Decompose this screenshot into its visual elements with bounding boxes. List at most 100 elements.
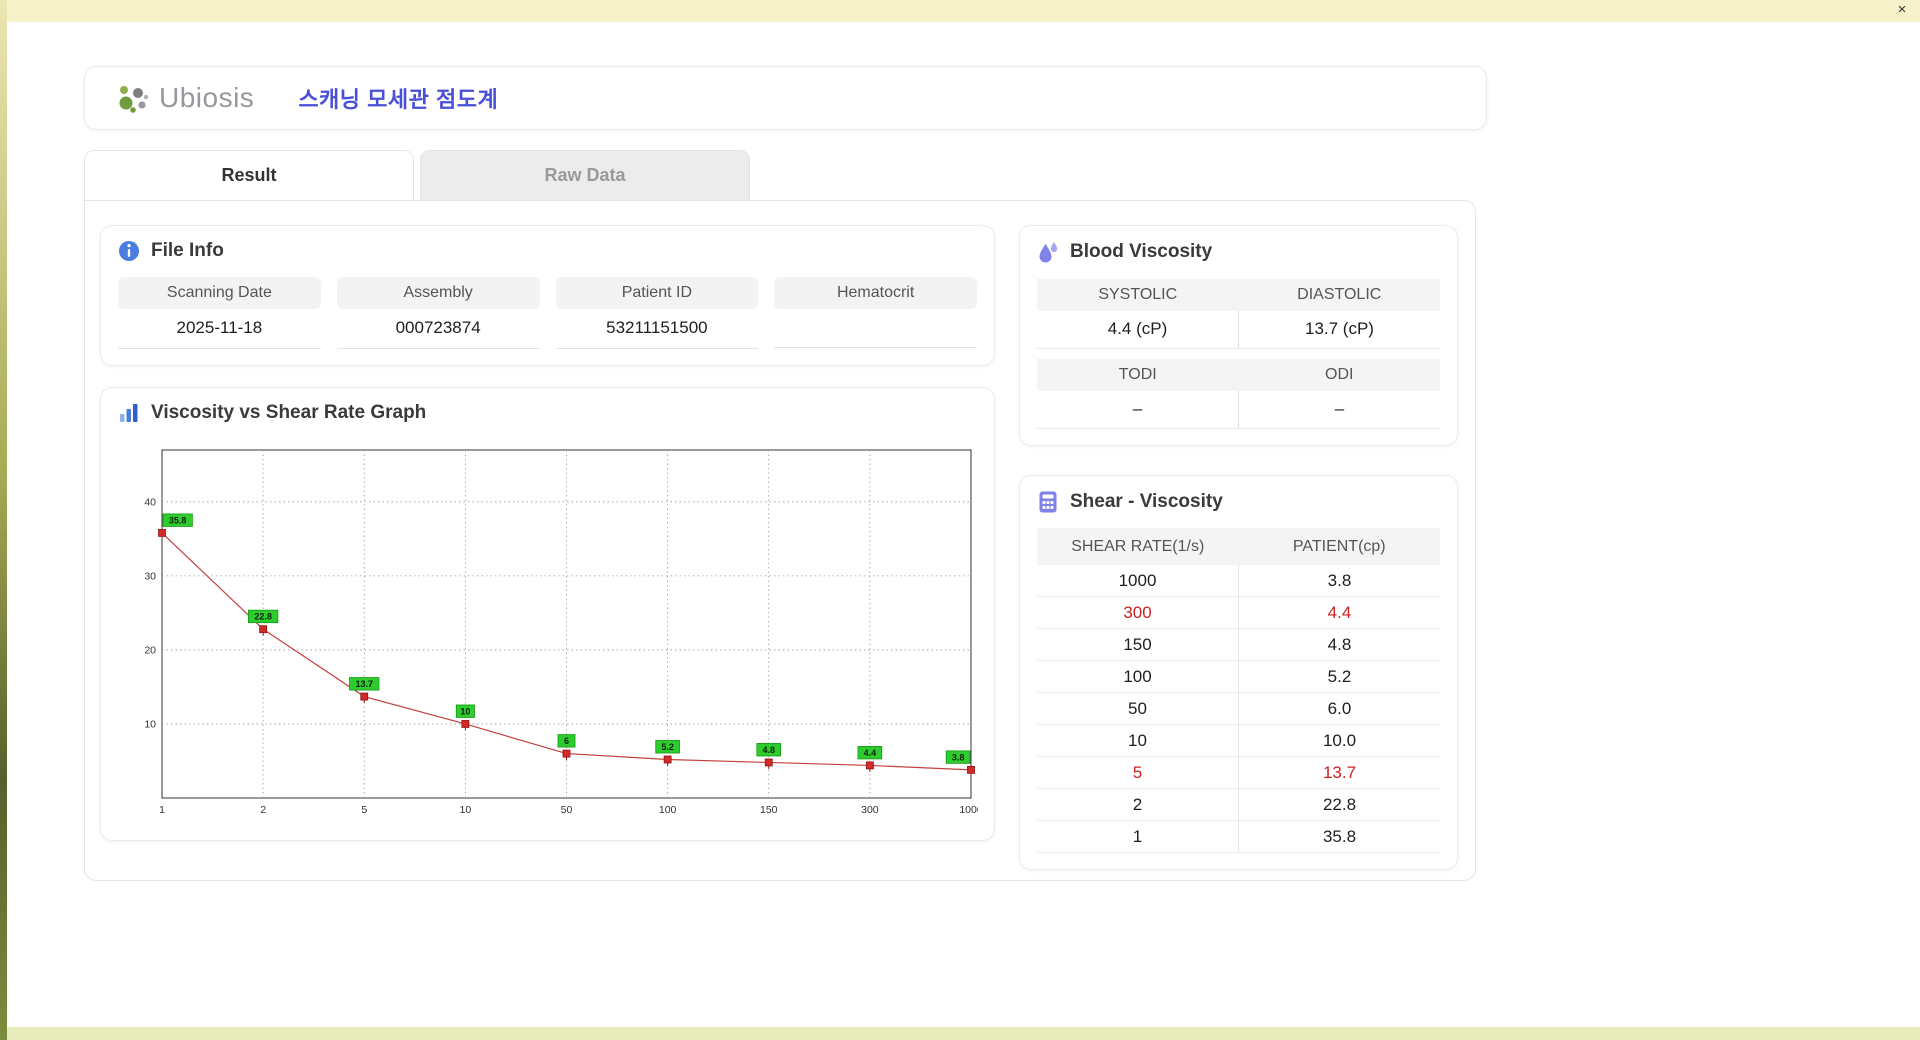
svg-text:100: 100	[659, 804, 677, 816]
patient-value: 3.8	[1238, 565, 1440, 596]
bv-value-odi: –	[1238, 391, 1440, 428]
bv-header-diastolic: DIASTOLIC	[1297, 286, 1382, 303]
shear-rate-value: 1000	[1118, 571, 1157, 590]
bar-chart-icon	[118, 402, 140, 424]
patient-value: 10.0	[1238, 725, 1440, 756]
shear-viscosity-table: SHEAR RATE(1/s) PATIENT(cp) 1000 3.8 300 4.…	[1037, 528, 1440, 853]
shear-viscosity-card: Shear - Viscosity SHEAR RATE(1/s) PATIEN…	[1019, 475, 1458, 870]
logo-dots-icon	[113, 80, 153, 116]
sv-header-row: SHEAR RATE(1/s) PATIENT(cp)	[1037, 528, 1440, 565]
file-info-value: 000723874	[336, 309, 540, 349]
svg-text:22.8: 22.8	[254, 612, 272, 622]
graph-card: Viscosity vs Shear Rate Graph 10 20 30 40 1 2…	[100, 387, 995, 841]
file-info-field: Hematocrit	[774, 277, 977, 349]
ubiosis-logo: Ubiosis	[113, 80, 254, 116]
svg-text:300: 300	[861, 804, 879, 816]
viscosity-shear-rate-chart: 10 20 30 40 1 2 5 10 50 100 150 300 1000 35.8 22.8 13.7…	[144, 449, 978, 816]
bv-header-odi: ODI	[1325, 366, 1354, 383]
sv-col-shear-rate: SHEAR RATE(1/s)	[1071, 538, 1205, 555]
window-titlebar: ×	[0, 0, 1920, 22]
desktop-edge	[0, 0, 7, 1040]
shear-rate-value: 50	[1128, 699, 1147, 718]
shear-viscosity-row: 5 13.7	[1037, 757, 1440, 789]
logo-text: Ubiosis	[159, 82, 255, 113]
shear-viscosity-row: 100 5.2	[1037, 661, 1440, 693]
svg-text:150: 150	[760, 804, 778, 816]
shear-rate-value: 150	[1123, 635, 1152, 654]
page-title: 스캐닝 모세관 점도계	[298, 87, 499, 112]
bv-header-row-2: TODI ODI	[1037, 359, 1440, 391]
patient-value: 35.8	[1238, 821, 1440, 852]
blood-viscosity-card-title: Blood Viscosity	[1037, 240, 1440, 264]
patient-value: 13.7	[1238, 757, 1440, 788]
patient-value: 6.0	[1238, 693, 1440, 724]
graph-card-title: Viscosity vs Shear Rate Graph	[118, 402, 977, 424]
shear-viscosity-row: 2 22.8	[1037, 789, 1440, 821]
svg-text:1: 1	[159, 804, 165, 816]
svg-text:1000: 1000	[959, 804, 978, 816]
patient-value: 5.2	[1238, 661, 1440, 692]
blood-viscosity-title-text: Blood Viscosity	[1070, 241, 1213, 262]
bv-value-systolic: 4.4 (cP)	[1107, 319, 1168, 338]
shear-viscosity-row: 10 10.0	[1037, 725, 1440, 757]
svg-text:4.4: 4.4	[864, 748, 877, 758]
bv-value-todi: –	[1132, 399, 1143, 418]
shear-viscosity-row: 1 35.8	[1037, 821, 1440, 853]
file-info-field: Assembly 000723874	[336, 277, 540, 349]
patient-value: 22.8	[1238, 789, 1440, 820]
file-info-label: Hematocrit	[774, 277, 977, 309]
svg-text:5: 5	[361, 804, 367, 816]
patient-value: 4.8	[1238, 629, 1440, 660]
svg-text:40: 40	[144, 496, 156, 508]
file-info-field: Patient ID 53211151500	[555, 277, 759, 349]
shear-viscosity-card-title: Shear - Viscosity	[1037, 490, 1440, 514]
window-close-button[interactable]: ×	[1893, 1, 1911, 19]
svg-text:10: 10	[460, 804, 472, 816]
droplets-icon	[1037, 240, 1059, 264]
file-info-field: Scanning Date 2025-11-18	[118, 277, 321, 349]
tab-result[interactable]: Result	[84, 150, 414, 200]
right-column: Blood Viscosity SYSTOLIC DIASTOLIC 4.4 (…	[1019, 225, 1458, 870]
svg-text:10: 10	[144, 718, 156, 730]
svg-text:6: 6	[564, 736, 569, 746]
tab-raw-data[interactable]: Raw Data	[420, 150, 750, 200]
calculator-icon	[1037, 490, 1059, 514]
header-card: Ubiosis 스캐닝 모세관 점도계	[84, 66, 1487, 130]
svg-text:13.7: 13.7	[355, 679, 373, 689]
tab-panel: File Info Scanning Date 2025-11-18 Assembl…	[84, 200, 1476, 881]
svg-text:50: 50	[561, 804, 573, 816]
blood-viscosity-table: SYSTOLIC DIASTOLIC 4.4 (cP) 13.7 (cP) TO…	[1037, 279, 1440, 429]
file-info-card-title: File Info	[118, 240, 977, 262]
svg-text:35.8: 35.8	[169, 515, 187, 525]
svg-text:5.2: 5.2	[661, 742, 674, 752]
file-info-title-text: File Info	[151, 240, 224, 261]
tab-bar: Result Raw Data	[84, 150, 1920, 200]
bv-header-todi: TODI	[1118, 366, 1157, 383]
graph-title-text: Viscosity vs Shear Rate Graph	[151, 402, 427, 423]
shear-rate-value: 100	[1123, 667, 1152, 686]
file-info-value	[774, 309, 977, 348]
file-info-grid: Scanning Date 2025-11-18 Assembly 000723874…	[118, 277, 977, 349]
svg-text:10: 10	[460, 706, 470, 716]
app-window: Ubiosis 스캐닝 모세관 점도계 Result Raw Data File…	[7, 22, 1920, 1027]
file-info-value: 53211151500	[555, 309, 759, 349]
blood-viscosity-card: Blood Viscosity SYSTOLIC DIASTOLIC 4.4 (…	[1019, 225, 1458, 446]
svg-text:4.8: 4.8	[762, 745, 775, 755]
shear-viscosity-row: 50 6.0	[1037, 693, 1440, 725]
left-column: File Info Scanning Date 2025-11-18 Assembl…	[100, 225, 995, 870]
bv-header-row-1: SYSTOLIC DIASTOLIC	[1037, 279, 1440, 311]
shear-viscosity-row: 150 4.8	[1037, 629, 1440, 661]
file-info-label: Patient ID	[555, 277, 759, 309]
file-info-value: 2025-11-18	[118, 309, 321, 349]
svg-text:20: 20	[144, 644, 156, 656]
shear-rate-value: 2	[1132, 795, 1143, 814]
shear-viscosity-row: 300 4.4	[1037, 597, 1440, 629]
shear-viscosity-row: 1000 3.8	[1037, 565, 1440, 597]
sv-body: 1000 3.8 300 4.4 150 4.8 100 5.2 50 6.0 10 10.0 5 13.…	[1037, 565, 1440, 853]
shear-rate-value: 1	[1132, 827, 1143, 846]
shear-rate-value: 10	[1128, 731, 1147, 750]
patient-value: 4.4	[1238, 597, 1440, 628]
svg-text:30: 30	[144, 570, 156, 582]
file-info-label: Scanning Date	[118, 277, 321, 309]
file-info-card: File Info Scanning Date 2025-11-18 Assembl…	[100, 225, 995, 366]
